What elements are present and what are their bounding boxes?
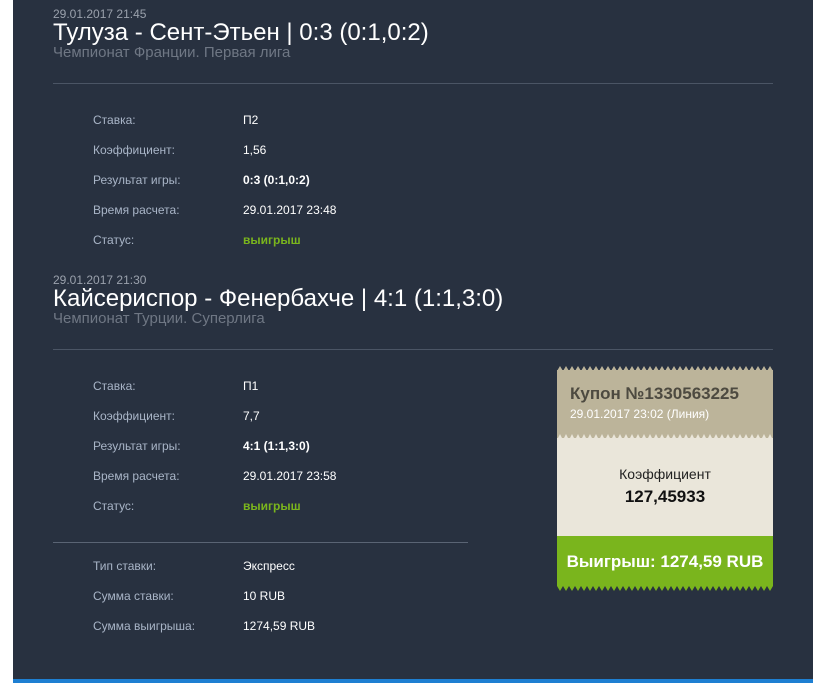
coupon-coefficient-label: Коэффициент xyxy=(619,466,711,482)
match-2-calc-label: Время расчета: xyxy=(93,469,180,483)
bet-history-panel: 29.01.2017 21:45 Тулуза - Сент-Этьен | 0… xyxy=(13,0,813,683)
match-1-calc-label: Время расчета: xyxy=(93,203,180,217)
match-2-bet-label: Ставка: xyxy=(93,379,136,393)
match-1-result-value: 0:3 (0:1,0:2) xyxy=(243,173,310,187)
match-1-coef-label: Коэффициент: xyxy=(93,143,175,157)
coupon-win-amount: Выигрыш: 1274,59 RUB xyxy=(566,552,764,571)
match-2-title: Кайсериспор - Фенербахче | 4:1 (1:1,3:0) xyxy=(53,285,504,312)
match-1-coef-value: 1,56 xyxy=(243,143,267,157)
match-1-title: Тулуза - Сент-Этьен | 0:3 (0:1,0:2) xyxy=(53,19,429,46)
match-1-result-label: Результат игры: xyxy=(93,173,181,187)
summary-stake-label: Сумма ставки: xyxy=(93,589,174,603)
coupon-bottom-edge xyxy=(557,586,773,591)
match-1-status-label: Статус: xyxy=(93,233,135,247)
match-2-calc-value: 29.01.2017 23:58 xyxy=(243,469,337,483)
bottom-accent-bar xyxy=(13,679,813,683)
coupon-tear-edge xyxy=(557,434,773,440)
match-1-status-badge: выигрыш xyxy=(243,233,301,247)
coupon-top-edge xyxy=(557,366,773,371)
match-2-result-label: Результат игры: xyxy=(93,439,181,453)
coupon-number: Купон №1330563225 xyxy=(570,384,739,403)
match-2-coef-label: Коэффициент: xyxy=(93,409,175,423)
summary-stake-value: 10 RUB xyxy=(243,589,286,603)
match-1-calc-value: 29.01.2017 23:48 xyxy=(243,203,337,217)
coupon-coefficient-value: 127,45933 xyxy=(624,487,706,506)
match-2-status-badge: выигрыш xyxy=(243,499,301,513)
match-2-result-value: 4:1 (1:1,3:0) xyxy=(243,439,310,453)
match-1-league: Чемпионат Франции. Первая лига xyxy=(53,44,291,61)
summary-type-label: Тип ставки: xyxy=(93,559,157,573)
match-2-bet-value: П1 xyxy=(243,379,259,393)
summary-payout-label: Сумма выигрыша: xyxy=(93,619,196,633)
match-1-divider xyxy=(53,83,773,84)
match-2-league: Чемпионат Турции. Суперлига xyxy=(53,310,265,327)
summary-payout-value: 1274,59 RUB xyxy=(243,619,316,633)
match-2-divider xyxy=(53,349,773,350)
coupon-header: Купон №1330563225 29.01.2017 23:02 (Лини… xyxy=(557,370,773,438)
summary-divider xyxy=(53,542,468,543)
match-1-bet-label: Ставка: xyxy=(93,113,136,127)
match-1-bet-value: П2 xyxy=(243,113,259,127)
coupon-card: Купон №1330563225 29.01.2017 23:02 (Лини… xyxy=(557,366,773,591)
match-2-coef-value: 7,7 xyxy=(243,409,260,423)
summary-type-value: Экспресс xyxy=(243,559,295,573)
coupon-date: 29.01.2017 23:02 (Линия) xyxy=(570,407,710,421)
match-2-status-label: Статус: xyxy=(93,499,135,513)
